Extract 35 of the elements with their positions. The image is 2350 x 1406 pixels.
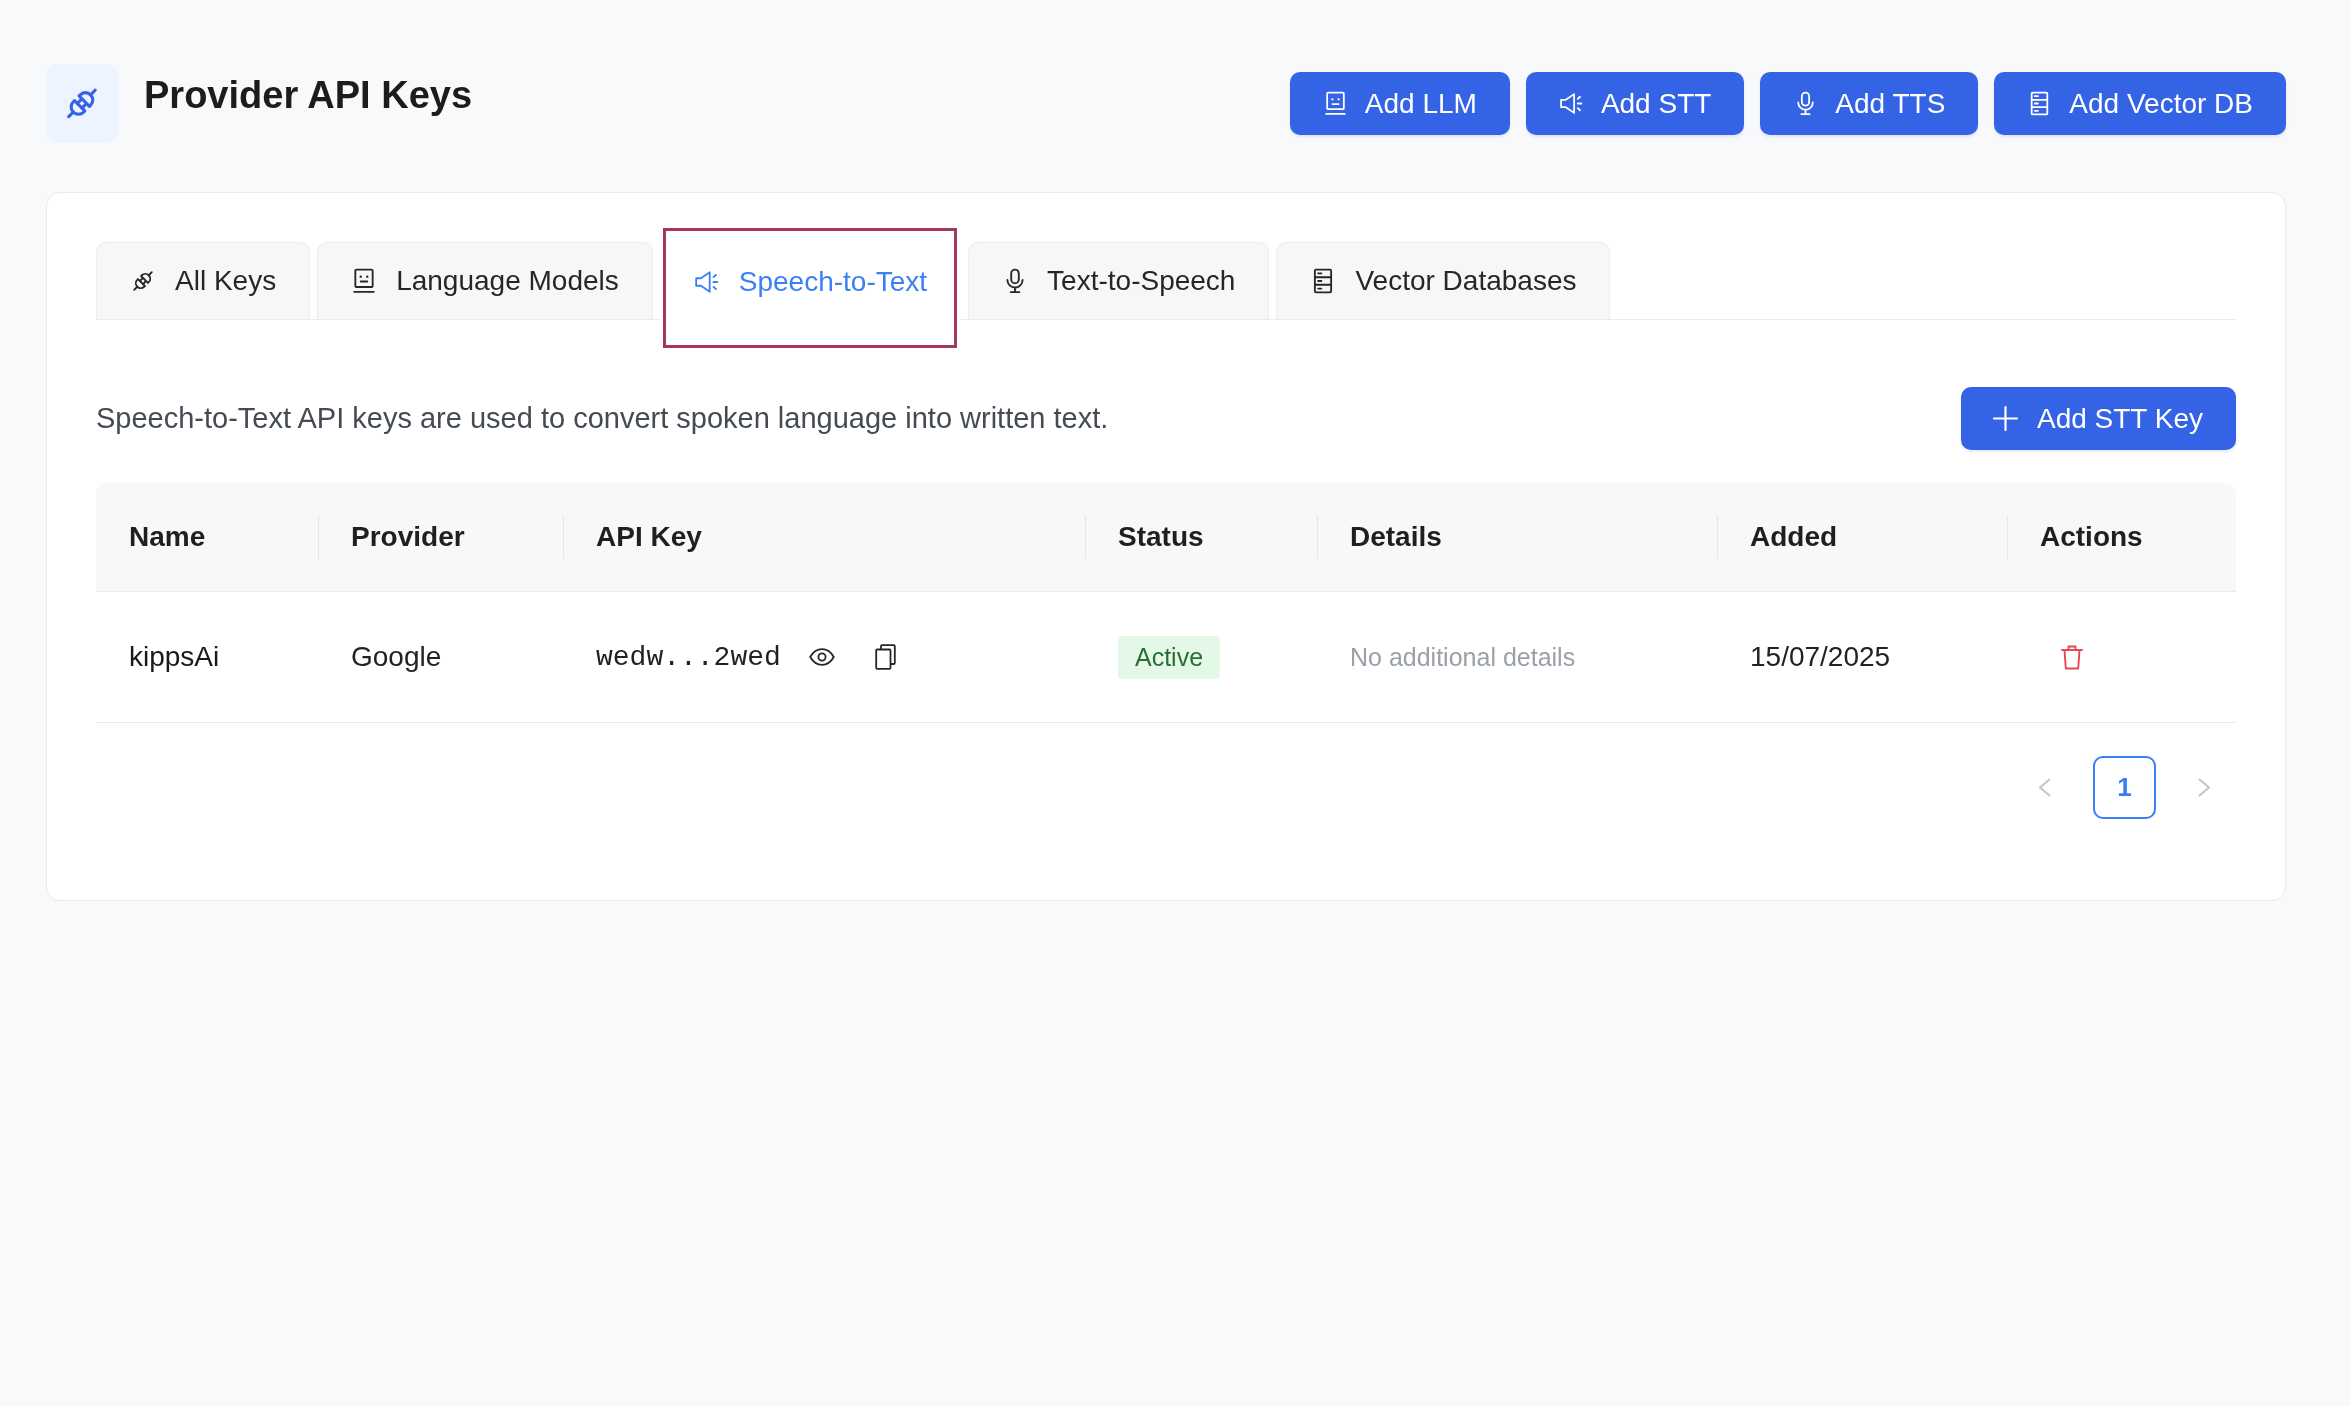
add-stt-button[interactable]: Add STT xyxy=(1525,72,1745,135)
status-badge: Active xyxy=(1118,635,1221,679)
provider-text: Google xyxy=(351,641,442,673)
plus-icon xyxy=(1992,405,2019,432)
tab[interactable]: All Keys xyxy=(96,242,311,319)
column-header: Name xyxy=(129,521,206,553)
column-header: Status xyxy=(1118,521,1204,553)
plug-icon xyxy=(46,64,118,143)
plug-icon xyxy=(130,268,156,294)
robot-icon xyxy=(1322,91,1348,116)
name-text: kippsAi xyxy=(129,641,220,673)
api-key-text: wedw...2wed xyxy=(596,641,781,673)
column-header: API Key xyxy=(596,521,702,553)
robot-icon xyxy=(351,268,378,294)
add-vector-db-button[interactable]: Add Vector DB xyxy=(1994,72,2286,135)
page-title: Provider API Keys xyxy=(144,73,473,118)
copy-icon[interactable] xyxy=(874,644,896,670)
tab[interactable]: Vector Databases xyxy=(1276,242,1611,319)
add-key-button[interactable]: Add STT Key xyxy=(1961,387,2236,450)
column-header: Provider xyxy=(351,521,465,553)
speaker-icon xyxy=(693,268,720,295)
add-llm-button[interactable]: Add LLM xyxy=(1289,72,1510,135)
tab[interactable]: Text-to-Speech xyxy=(968,242,1270,319)
column-header: Added xyxy=(1750,521,1838,553)
description-text: Speech-to-Text API keys are used to convert spoken language into written text. xyxy=(96,402,1109,435)
speaker-icon xyxy=(1558,91,1584,116)
add-tts-button[interactable]: Add TTS xyxy=(1760,72,1979,135)
tab[interactable]: Language Models xyxy=(317,242,653,319)
added-date-text: 15/07/2025 xyxy=(1750,641,1891,673)
eye-icon[interactable] xyxy=(808,648,835,666)
page-button[interactable]: 1 xyxy=(2093,756,2156,819)
column-header: Details xyxy=(1350,521,1442,553)
trash-icon[interactable] xyxy=(2061,644,2083,670)
column-header: Actions xyxy=(2040,521,2143,553)
details-text: No additional details xyxy=(1350,642,1576,672)
